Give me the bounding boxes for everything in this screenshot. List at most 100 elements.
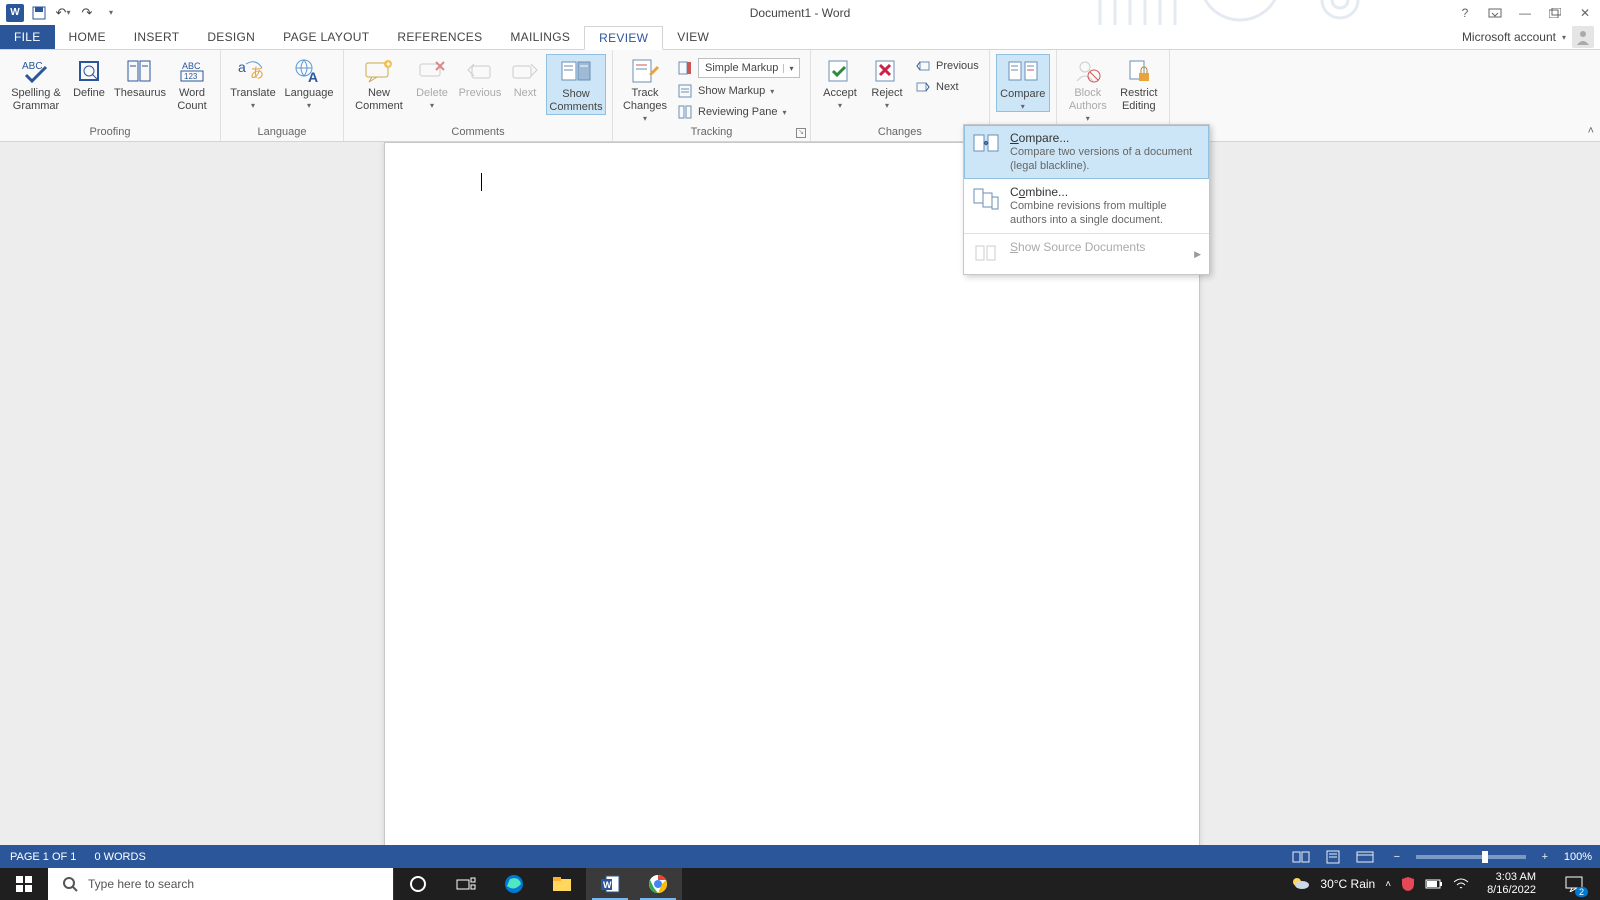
menu-title: Combine... — [1010, 185, 1068, 199]
battery-icon[interactable] — [1425, 879, 1443, 889]
track-changes-button[interactable]: Track Changes▾ — [619, 54, 671, 123]
tab-file[interactable]: FILE — [0, 25, 55, 49]
word-app-icon: W — [6, 4, 24, 22]
ribbon-tabs: FILE HOME INSERT DESIGN PAGE LAYOUT REFE… — [0, 25, 1600, 50]
print-layout-icon[interactable] — [1320, 848, 1346, 866]
group-label: Tracking↘ — [613, 126, 810, 141]
chrome-app-icon[interactable] — [634, 868, 682, 900]
title-bar: W ↶ ▾ ↷ ▾ Document1 - Word ? — ✕ — [0, 0, 1600, 25]
compare-docs-icon — [972, 131, 1000, 159]
next-change-icon — [915, 79, 931, 95]
ribbon-options-icon[interactable] — [1484, 4, 1506, 22]
taskbar-clock[interactable]: 3:03 AM 8/16/2022 — [1479, 871, 1544, 897]
group-proofing: ABC Spelling & Grammar Define Thesaurus … — [0, 50, 221, 141]
wifi-icon[interactable] — [1453, 878, 1469, 890]
save-icon[interactable] — [30, 4, 48, 22]
tab-home[interactable]: HOME — [55, 25, 120, 49]
close-icon[interactable]: ✕ — [1574, 4, 1596, 22]
tray-chevron-icon[interactable]: ˄ — [1385, 879, 1391, 890]
minimize-icon[interactable]: — — [1514, 4, 1536, 22]
tab-review[interactable]: REVIEW — [584, 26, 663, 50]
thesaurus-button[interactable]: Thesaurus — [112, 54, 168, 100]
restrict-editing-button[interactable]: Restrict Editing — [1115, 54, 1163, 113]
zoom-slider[interactable] — [1416, 855, 1526, 859]
search-placeholder: Type here to search — [88, 877, 194, 891]
markup-icon — [677, 60, 693, 76]
next-comment-button[interactable]: Next — [506, 54, 544, 100]
translate-button[interactable]: aあ Translate▾ — [227, 54, 279, 110]
zoom-out-icon[interactable]: − — [1384, 848, 1410, 866]
svg-text:ABC: ABC — [182, 61, 201, 71]
previous-change-button[interactable]: Previous — [911, 56, 983, 76]
group-language: aあ Translate▾ A Language▾ Language — [221, 50, 344, 141]
language-button[interactable]: A Language▾ — [281, 54, 337, 110]
chevron-down-icon[interactable]: ▾ — [783, 64, 799, 73]
markup-mode-select[interactable]: Simple Markup▾ — [673, 56, 804, 80]
tab-mailings[interactable]: MAILINGS — [496, 25, 584, 49]
previous-comment-button[interactable]: Previous — [456, 54, 504, 100]
web-layout-icon[interactable] — [1352, 848, 1378, 866]
menu-item-compare[interactable]: Compare... Compare two versions of a doc… — [964, 125, 1209, 179]
chevron-down-icon[interactable]: ▾ — [1562, 33, 1566, 42]
word-count-button[interactable]: ABC123 Word Count — [170, 54, 214, 113]
dialog-launcher-icon[interactable]: ↘ — [796, 128, 806, 138]
group-label: Comments — [344, 126, 612, 141]
next-change-button[interactable]: Next — [911, 77, 983, 97]
reviewing-pane-button[interactable]: Reviewing Pane ▾ — [673, 102, 804, 122]
cortana-icon[interactable] — [394, 868, 442, 900]
taskbar: Type here to search W 30°C Rain ˄ 3:03 A… — [0, 868, 1600, 900]
accept-button[interactable]: Accept▾ — [817, 54, 863, 110]
task-view-icon[interactable] — [442, 868, 490, 900]
svg-text:a: a — [238, 59, 246, 75]
taskbar-search[interactable]: Type here to search — [48, 868, 394, 900]
explorer-app-icon[interactable] — [538, 868, 586, 900]
edge-app-icon[interactable] — [490, 868, 538, 900]
show-comments-button[interactable]: Show Comments — [546, 54, 606, 115]
notifications-icon[interactable]: 2 — [1554, 868, 1594, 900]
help-icon[interactable]: ? — [1454, 4, 1476, 22]
compare-dropdown-menu: Compare... Compare two versions of a doc… — [963, 124, 1210, 275]
menu-item-show-source: Show Source Documents ▶ — [964, 233, 1209, 274]
block-authors-button[interactable]: Block Authors▾ — [1063, 54, 1113, 123]
account-label[interactable]: Microsoft account — [1462, 30, 1556, 44]
spelling-grammar-button[interactable]: ABC Spelling & Grammar — [6, 54, 66, 113]
status-page[interactable]: PAGE 1 OF 1 — [10, 851, 76, 863]
undo-icon[interactable]: ↶ ▾ — [54, 4, 72, 22]
delete-comment-button[interactable]: Delete▾ — [410, 54, 454, 110]
zoom-in-icon[interactable]: + — [1532, 848, 1558, 866]
group-comments: ✦ New Comment Delete▾ Previous Next Show… — [344, 50, 613, 141]
word-app-icon[interactable]: W — [586, 868, 634, 900]
define-button[interactable]: Define — [68, 54, 110, 100]
weather-text[interactable]: 30°C Rain — [1320, 877, 1375, 891]
menu-item-combine[interactable]: Combine... Combine revisions from multip… — [964, 179, 1209, 233]
status-words[interactable]: 0 WORDS — [94, 851, 145, 863]
status-bar: PAGE 1 OF 1 0 WORDS − + 100% — [0, 845, 1600, 868]
previous-change-icon — [915, 58, 931, 74]
tab-design[interactable]: DESIGN — [193, 25, 269, 49]
compare-button[interactable]: Compare▾ — [996, 54, 1050, 112]
reviewing-pane-icon — [677, 104, 693, 120]
menu-desc: Combine revisions from multiple authors … — [1010, 199, 1201, 227]
tab-references[interactable]: REFERENCES — [383, 25, 496, 49]
tab-view[interactable]: VIEW — [663, 25, 723, 49]
svg-text:A: A — [308, 69, 318, 84]
security-icon[interactable] — [1401, 876, 1415, 892]
reject-button[interactable]: Reject▾ — [865, 54, 909, 110]
qat-customize-icon[interactable]: ▾ — [102, 4, 120, 22]
zoom-level[interactable]: 100% — [1564, 851, 1592, 863]
new-comment-button[interactable]: ✦ New Comment — [350, 54, 408, 113]
svg-text:123: 123 — [184, 72, 198, 81]
notification-badge: 2 — [1575, 887, 1588, 897]
tab-page-layout[interactable]: PAGE LAYOUT — [269, 25, 383, 49]
search-icon — [62, 876, 78, 892]
maximize-icon[interactable] — [1544, 4, 1566, 22]
ribbon: ABC Spelling & Grammar Define Thesaurus … — [0, 50, 1600, 142]
redo-icon[interactable]: ↷ — [78, 4, 96, 22]
avatar[interactable] — [1572, 26, 1594, 48]
show-markup-button[interactable]: Show Markup ▾ — [673, 81, 804, 101]
read-mode-icon[interactable] — [1288, 848, 1314, 866]
collapse-ribbon-icon[interactable]: ˄ — [1588, 125, 1594, 137]
tab-insert[interactable]: INSERT — [120, 25, 194, 49]
start-button[interactable] — [0, 868, 48, 900]
weather-icon[interactable] — [1290, 875, 1310, 893]
